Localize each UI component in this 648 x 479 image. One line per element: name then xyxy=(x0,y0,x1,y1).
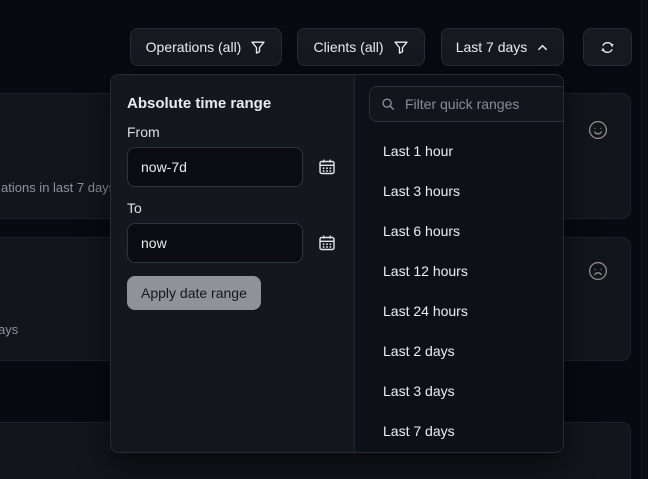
quick-ranges-search[interactable] xyxy=(369,86,564,122)
calendar-icon xyxy=(318,234,336,252)
time-range-label: Last 7 days xyxy=(456,39,528,55)
from-label: From xyxy=(127,124,338,140)
card-caption: ations in last 7 days xyxy=(1,180,115,195)
chevron-up-icon xyxy=(536,41,549,54)
to-label: To xyxy=(127,200,338,216)
quick-range-item[interactable]: Last 1 hour xyxy=(355,131,564,171)
quick-range-item[interactable]: Last 12 hours xyxy=(355,251,564,291)
quick-range-item[interactable]: Last 7 days xyxy=(355,411,564,451)
from-calendar-button[interactable] xyxy=(316,156,338,178)
search-icon xyxy=(381,97,395,111)
funnel-icon xyxy=(250,39,266,55)
quick-range-item[interactable]: Last 3 hours xyxy=(355,171,564,211)
to-input[interactable] xyxy=(127,223,303,263)
card-caption: ays xyxy=(0,322,18,337)
clients-filter-label: Clients (all) xyxy=(313,39,383,55)
time-range-button[interactable]: Last 7 days xyxy=(441,28,564,66)
refresh-icon xyxy=(599,39,616,56)
apply-date-range-button[interactable]: Apply date range xyxy=(127,276,261,310)
frowny-face-icon xyxy=(588,261,608,281)
quick-ranges-list: Last 1 hour Last 3 hours Last 6 hours La… xyxy=(355,131,564,451)
quick-range-item-label: Last 24 hours xyxy=(383,303,468,319)
clients-filter-button[interactable]: Clients (all) xyxy=(297,28,425,66)
to-calendar-button[interactable] xyxy=(316,232,338,254)
quick-range-item[interactable]: Last 3 days xyxy=(355,371,564,411)
quick-range-item-label: Last 7 days xyxy=(383,423,455,439)
quick-range-item-label: Last 6 hours xyxy=(383,223,460,239)
smiley-face-icon xyxy=(588,120,608,140)
operations-filter-label: Operations (all) xyxy=(146,39,242,55)
calendar-icon xyxy=(318,158,336,176)
from-input[interactable] xyxy=(127,147,303,187)
quick-range-item[interactable]: Last 2 days xyxy=(355,331,564,371)
absolute-time-range-section: Absolute time range From xyxy=(111,75,354,452)
operations-filter-button[interactable]: Operations (all) xyxy=(130,28,282,66)
quick-range-item-label: Last 12 hours xyxy=(383,263,468,279)
time-range-picker-panel: Absolute time range From xyxy=(110,74,564,453)
quick-range-item-label: Last 1 hour xyxy=(383,143,453,159)
page-right-edge xyxy=(641,0,648,479)
quick-range-item-label: Last 3 hours xyxy=(383,183,460,199)
quick-range-item[interactable]: Last 6 hours xyxy=(355,211,564,251)
app-screen: ations in last 7 days ays Operations (al… xyxy=(0,0,648,479)
quick-range-item[interactable]: Last 24 hours xyxy=(355,291,564,331)
quick-range-item-label: Last 3 days xyxy=(383,383,455,399)
quick-range-item-label: Last 2 days xyxy=(383,343,455,359)
funnel-icon xyxy=(393,39,409,55)
quick-ranges-section: Last 1 hour Last 3 hours Last 6 hours La… xyxy=(354,75,564,452)
refresh-button[interactable] xyxy=(583,28,632,66)
filter-quick-ranges-input[interactable] xyxy=(403,95,564,113)
absolute-time-range-title: Absolute time range xyxy=(127,95,338,112)
